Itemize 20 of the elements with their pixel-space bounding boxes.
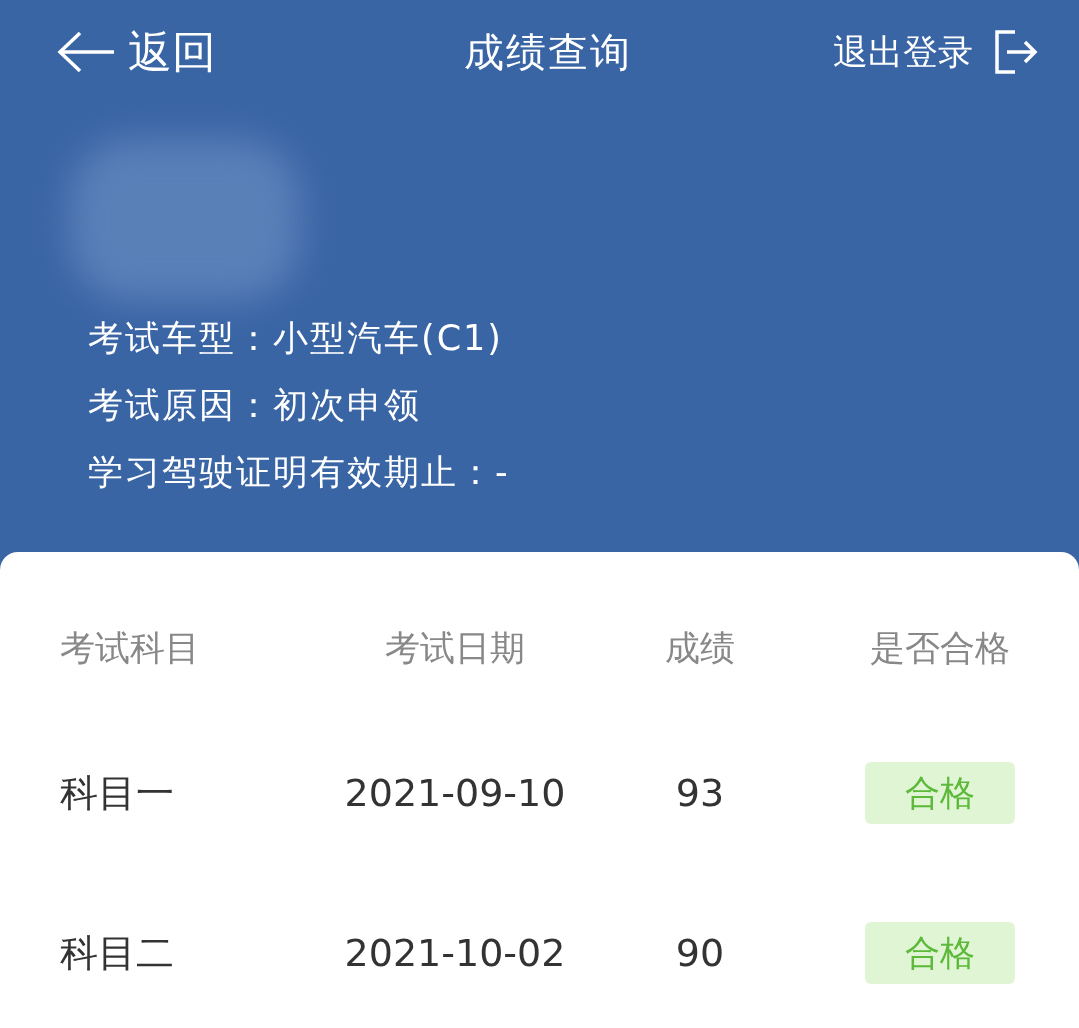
column-header: 是否合格 [869, 626, 1010, 670]
table-cell: 2021-09-10 [344, 771, 566, 815]
table-cell-text: 科目一 [60, 769, 174, 817]
column-header: 成绩 [665, 626, 735, 670]
table-cell: 93 [675, 771, 725, 815]
info-line: 考试车型：小型汽车(C1) [88, 317, 505, 360]
info-line: 考试原因：初次申领 [88, 384, 422, 427]
column-header: 考试日期 [385, 626, 525, 670]
info-line: 学习驾驶证明有效期止：- [88, 451, 510, 494]
back-button[interactable]: 返回 [56, 22, 296, 82]
back-arrow-icon [56, 30, 116, 74]
logout-button[interactable]: 退出登录 [799, 28, 1039, 76]
column-header: 考试科目 [60, 626, 200, 670]
result-badge: 合格 [864, 922, 1015, 984]
result-badge: 合格 [864, 762, 1015, 824]
logout-icon [993, 29, 1039, 75]
page-title: 成绩查询 [463, 27, 632, 77]
table-cell: 2021-10-02 [344, 931, 566, 975]
table-cell-text: 科目二 [60, 929, 174, 977]
table-cell: 90 [675, 931, 725, 975]
